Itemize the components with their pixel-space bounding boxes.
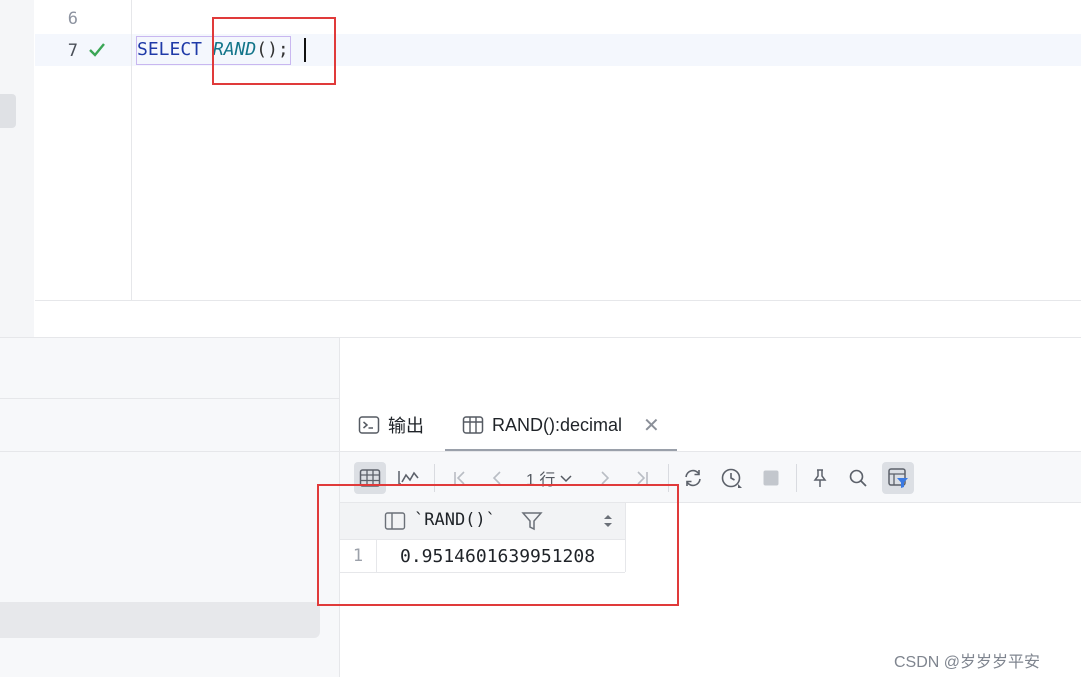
stop-icon [763,470,779,486]
tab-output-label: 输出 [388,416,424,436]
close-tab-icon[interactable]: ✕ [643,413,660,438]
tab-result-rand[interactable]: RAND():decimal [462,399,622,451]
refresh-button[interactable] [677,462,709,494]
left-side-handle[interactable] [0,94,16,128]
toolbar-separator [796,464,797,492]
terminal-icon [358,416,380,434]
sql-keyword-select: SELECT [137,39,203,60]
tab-output[interactable]: 输出 [358,399,424,451]
annotation-box-result [317,484,679,606]
gutter-divider [131,0,132,300]
pin-button[interactable] [804,462,836,494]
table-icon [462,416,484,434]
lower-left-scrollbar[interactable] [0,602,320,638]
lower-left-separator [0,398,339,399]
filter-panel-toggle[interactable] [882,462,914,494]
search-button[interactable] [842,462,874,494]
stop-button[interactable] [755,462,787,494]
search-icon [849,469,867,487]
lower-left-separator [0,451,339,452]
refresh-icon [685,469,701,487]
clock-icon [721,468,742,488]
filter-panel-icon [888,468,908,488]
history-button[interactable] [716,462,748,494]
editor-bottom-border [35,300,1081,301]
line-number-7: 7 [67,41,78,61]
line-number-6: 6 [67,9,78,29]
watermark-text: CSDN @岁岁岁平安 [894,654,1041,671]
annotation-box-rand-function [212,17,336,85]
pin-icon [813,469,827,487]
tab-result-label: RAND():decimal [492,414,623,435]
execution-success-check-icon [89,43,105,57]
chevron-down-icon [560,475,572,483]
